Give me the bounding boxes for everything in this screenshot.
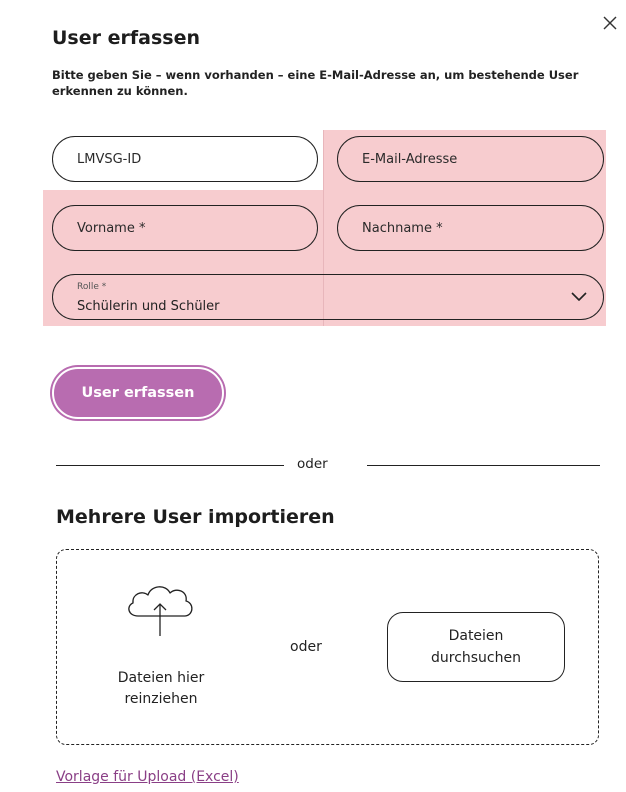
- separator-line-right: [367, 465, 600, 466]
- lmvsg-id-input[interactable]: LMVSG-ID: [52, 136, 318, 182]
- separator-label: oder: [297, 456, 328, 472]
- role-label: Rolle *: [77, 282, 107, 292]
- dialog-description: Bitte geben Sie – wenn vorhanden – eine …: [52, 68, 579, 98]
- email-input[interactable]: E-Mail-Adresse: [337, 136, 604, 182]
- cloud-upload-icon: [128, 586, 193, 636]
- close-icon[interactable]: [603, 16, 617, 30]
- import-or-label: oder: [290, 639, 322, 655]
- lmvsg-id-placeholder: LMVSG-ID: [77, 151, 142, 167]
- dialog-title: User erfassen: [52, 27, 200, 49]
- separator-line-left: [56, 465, 284, 466]
- chevron-down-icon[interactable]: [571, 291, 587, 303]
- browse-files-label: Dateien durchsuchen: [430, 628, 521, 666]
- firstname-input[interactable]: Vorname *: [52, 205, 318, 251]
- email-placeholder: E-Mail-Adresse: [362, 151, 458, 167]
- browse-files-button[interactable]: Dateien durchsuchen: [387, 612, 565, 682]
- add-user-button[interactable]: User erfassen: [52, 367, 224, 419]
- role-value: Schülerin und Schüler: [77, 299, 220, 314]
- template-download-link[interactable]: Vorlage für Upload (Excel): [56, 769, 239, 785]
- import-title: Mehrere User importieren: [56, 506, 335, 528]
- firstname-placeholder: Vorname *: [77, 220, 146, 236]
- drop-hint: Dateien hier reinziehen: [117, 670, 205, 707]
- role-select[interactable]: Rolle * Schülerin und Schüler: [52, 274, 604, 320]
- lastname-placeholder: Nachname *: [362, 220, 443, 236]
- lastname-input[interactable]: Nachname *: [337, 205, 604, 251]
